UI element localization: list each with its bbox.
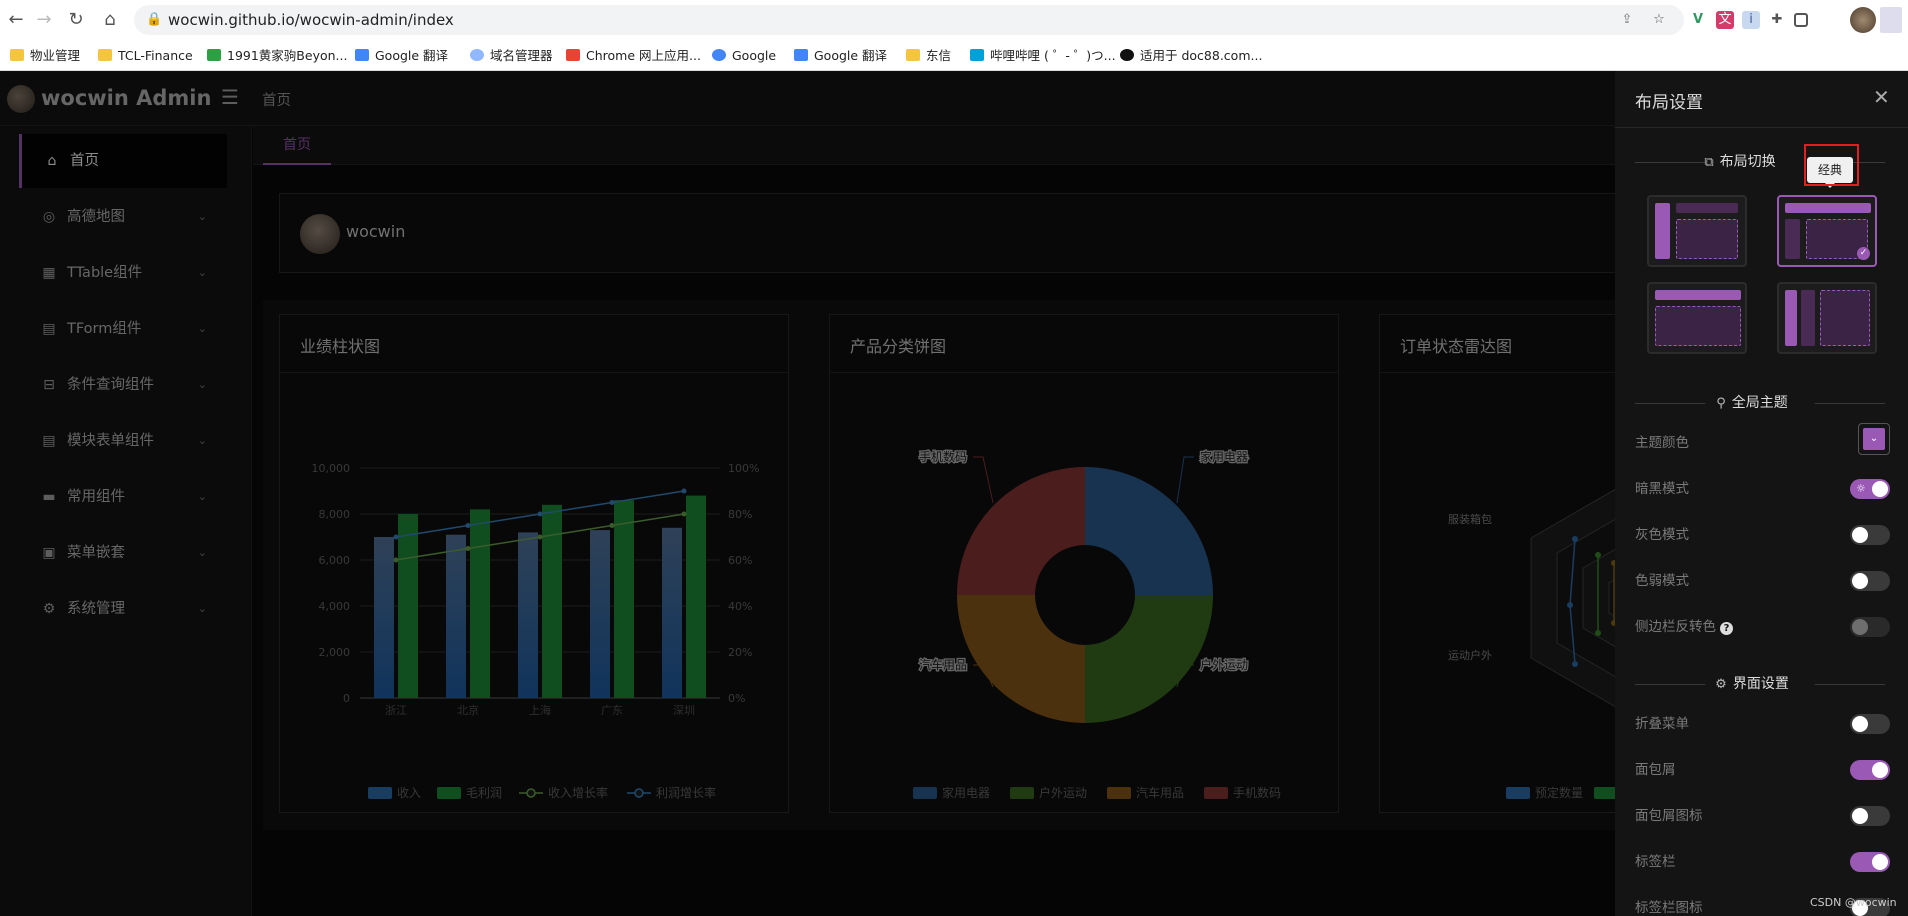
theme-icon: ⚲ [1716,396,1726,411]
profile-icon[interactable] [1880,7,1902,33]
collapse-menu-toggle[interactable] [1850,714,1890,734]
bookmark-item[interactable]: Google [712,46,776,66]
section-title: ⚲ 全局主题 [1716,395,1788,411]
highlight-annotation [1804,144,1859,186]
bookmark-item[interactable]: Google 翻译 [355,46,448,66]
ui-section-divider: ⚙ 界面设置 [1635,674,1885,694]
setting-label: 折叠菜单 [1635,716,1689,732]
bookmark-item[interactable]: 域名管理器 [470,46,553,66]
bookmark-item[interactable]: 物业管理 [10,46,80,66]
help-icon[interactable]: ? [1720,622,1733,635]
setting-label: 暗黑模式 [1635,481,1689,497]
tabs-toggle[interactable] [1850,852,1890,872]
layout-option-vertical[interactable] [1647,195,1747,267]
theme-color-picker[interactable]: ⌄ [1858,423,1890,455]
gray-mode-toggle[interactable] [1850,525,1890,545]
sun-icon: ☼ [1856,482,1866,495]
reload-icon[interactable]: ↻ [66,10,86,30]
setting-label: 侧边栏反转色? [1635,615,1733,639]
screen: ← → ↻ ⌂ 🔒 wocwin.github.io/wocwin-admin/… [0,0,1908,916]
lock-icon: 🔒 [146,12,163,27]
layout-settings-drawer: 布局设置 ✕ ⧉ 布局切换 ✓ 经典 ⚲ 全局主题 主题颜色 ⌄ 暗黑模式 ☼ … [1615,71,1908,916]
breadcrumb-icon-toggle[interactable] [1850,806,1890,826]
check-icon: ✓ [1857,247,1870,260]
puzzle-icon[interactable]: ✚ [1768,11,1786,29]
back-icon[interactable]: ← [6,10,26,30]
setting-sidebar-inverted: 侧边栏反转色? [1635,615,1890,639]
browser-chrome: ← → ↻ ⌂ 🔒 wocwin.github.io/wocwin-admin/… [0,0,1908,71]
section-title: ⚙ 界面设置 [1715,676,1789,692]
forward-icon[interactable]: → [34,10,54,30]
bookmark-item[interactable]: 1991黄家驹Beyon... [207,46,347,66]
setting-tabs: 标签栏 [1635,850,1890,874]
setting-breadcrumb: 面包屑 [1635,758,1890,782]
close-icon[interactable]: ✕ [1873,85,1890,109]
share-icon[interactable]: ⇪ [1618,11,1636,29]
bookmarks-bar: 物业管理 TCL-Finance 1991黄家驹Beyon... Google … [0,40,1908,71]
bookmark-item[interactable]: 东信 [906,46,951,66]
layout-switch-icon: ⧉ [1704,155,1714,170]
vue-devtools-icon[interactable]: V [1689,11,1707,29]
address-bar[interactable]: 🔒 wocwin.github.io/wocwin-admin/index [134,5,1684,35]
setting-label: 面包屑 [1635,762,1676,778]
profile-avatar[interactable] [1850,7,1876,33]
watermark: CSDN @wocwin [1810,896,1897,909]
settings-icon: ⚙ [1715,677,1727,692]
ext-icon[interactable]: i [1742,11,1760,29]
setting-label: 面包屑图标 [1635,808,1703,824]
drawer-overlay[interactable] [0,71,1615,916]
setting-dark-mode: 暗黑模式 ☼ [1635,477,1890,501]
address-row: ← → ↻ ⌂ 🔒 wocwin.github.io/wocwin-admin/… [0,0,1908,40]
sidepanel-icon[interactable] [1794,13,1808,27]
setting-breadcrumb-icon: 面包屑图标 [1635,804,1890,828]
layout-option-columns[interactable] [1777,282,1877,354]
setting-theme-color: 主题颜色 ⌄ [1635,423,1890,455]
bookmark-item[interactable]: 适用于 doc88.com... [1120,46,1262,66]
bookmark-item[interactable]: Chrome 网上应用... [566,46,701,66]
sidebar-inverted-toggle[interactable] [1850,617,1890,637]
drawer-title: 布局设置 [1635,93,1703,113]
bookmark-item[interactable]: TCL-Finance [98,46,193,66]
setting-label: 标签栏图标 [1635,900,1703,916]
setting-gray-mode: 灰色模式 [1635,523,1890,547]
dark-mode-toggle[interactable]: ☼ [1850,479,1890,499]
bookmark-item[interactable]: Google 翻译 [794,46,887,66]
setting-label: 灰色模式 [1635,527,1689,543]
theme-section-divider: ⚲ 全局主题 [1635,393,1885,413]
home-browser-icon[interactable]: ⌂ [100,10,120,30]
weak-mode-toggle[interactable] [1850,571,1890,591]
star-icon[interactable]: ☆ [1650,11,1668,29]
setting-collapse-menu: 折叠菜单 [1635,712,1890,736]
url-text: wocwin.github.io/wocwin-admin/index [168,11,454,29]
chevron-down-icon: ⌄ [1863,428,1885,450]
layout-option-classic[interactable]: ✓ [1777,195,1877,267]
setting-label: 色弱模式 [1635,573,1689,589]
setting-label: 主题颜色 [1635,435,1689,451]
translate-ext-icon[interactable]: 文 [1716,11,1734,29]
layout-option-transverse[interactable] [1647,282,1747,354]
bookmark-item[interactable]: 哔哩哔哩 ( ゜- ゜)つ... [970,46,1116,66]
divider [1615,127,1908,128]
setting-label: 标签栏 [1635,854,1676,870]
breadcrumb-toggle[interactable] [1850,760,1890,780]
setting-weak-mode: 色弱模式 [1635,569,1890,593]
